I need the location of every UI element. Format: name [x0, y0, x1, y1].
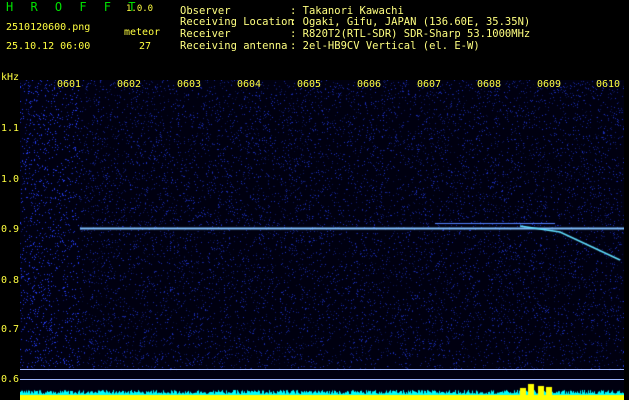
- level-strip-mid-line: [20, 379, 624, 380]
- spectrogram: [20, 80, 624, 400]
- file-datetime: 25.10.12 06:00: [6, 41, 91, 52]
- info-label-antenna: Receiving antenna: [180, 40, 288, 52]
- level-strip-top-line: [20, 369, 624, 370]
- y-tick-label: 1.0: [1, 174, 20, 185]
- y-tick-label: 0.7: [1, 324, 20, 335]
- x-tick-label: 0607: [417, 79, 442, 90]
- info-value-location: : Ogaki, Gifu, JAPAN (136.60E, 35.35N): [290, 16, 531, 28]
- meteor-label: meteor: [124, 27, 161, 38]
- y-tick-label: 1.1: [1, 123, 20, 134]
- app-version: 1.0.0: [126, 4, 154, 14]
- x-tick-label: 0606: [357, 79, 382, 90]
- x-tick-label: 0604: [237, 79, 262, 90]
- y-axis-unit: kHz: [1, 72, 20, 83]
- info-value-receiver: : R820T2(RTL-SDR) SDR-Sharp 53.1000MHz: [290, 28, 531, 40]
- x-tick-label: 0609: [537, 79, 562, 90]
- y-tick-label: 0.9: [1, 224, 20, 235]
- info-label-receiver: Receiver: [180, 28, 231, 40]
- y-tick-label: 0.8: [1, 275, 20, 286]
- app-title: H R O F F T: [6, 0, 141, 14]
- x-tick-label: 0610: [596, 79, 621, 90]
- x-tick-label: 0608: [477, 79, 502, 90]
- info-label-location: Receiving Location: [180, 16, 294, 28]
- x-tick-label: 0601: [57, 79, 82, 90]
- hrofft-window: H R O F F T 1.0.0 2510120600.png 25.10.1…: [0, 0, 629, 400]
- x-tick-label: 0605: [297, 79, 322, 90]
- meteor-count: 27: [139, 41, 152, 52]
- y-tick-label: 0.6: [1, 374, 20, 385]
- x-tick-label: 0603: [177, 79, 202, 90]
- info-value-antenna: : 2el-HB9CV Vertical (el. E-W): [290, 40, 480, 52]
- x-tick-label: 0602: [117, 79, 142, 90]
- file-name: 2510120600.png: [6, 22, 91, 33]
